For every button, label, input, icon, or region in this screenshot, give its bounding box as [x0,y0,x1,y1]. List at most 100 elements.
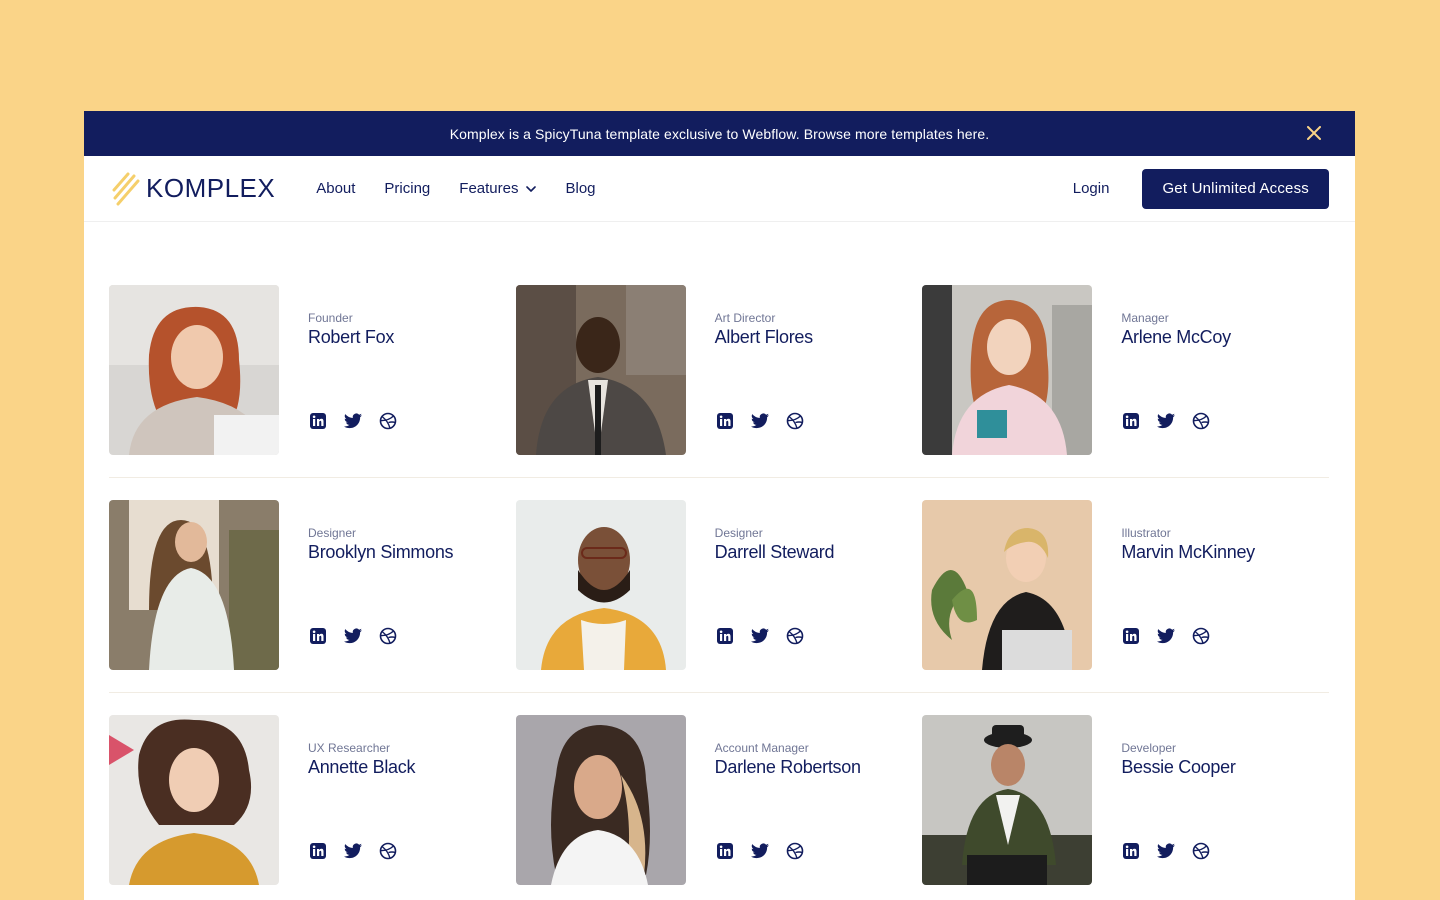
team-card: Illustrator Marvin McKinney [922,500,1329,670]
twitter-icon[interactable] [343,841,363,861]
twitter-icon[interactable] [343,411,363,431]
chevron-down-icon [526,185,537,192]
team-name: Darrell Steward [714,542,835,562]
dribbble-icon[interactable] [378,411,398,431]
team-name: Albert Flores [714,327,813,347]
team-card: UX Researcher Annette Black [109,715,516,885]
dribbble-icon[interactable] [378,841,398,861]
banner-text[interactable]: Komplex is a SpicyTuna template exclusiv… [450,126,990,142]
dribbble-icon[interactable] [1191,411,1211,431]
twitter-icon[interactable] [750,841,770,861]
team-grid: Founder Robert Fox Art Director Albert F… [109,285,1329,885]
get-unlimited-access-button[interactable]: Get Unlimited Access [1142,168,1329,209]
dribbble-icon[interactable] [378,626,398,646]
team-photo [109,285,279,455]
top-navigation: KOMPLEX About Pricing Features Blog Logi… [84,156,1355,222]
row-divider [109,477,1329,478]
team-role: Manager [1121,311,1169,325]
main-menu: About Pricing Features Blog [316,180,624,197]
linkedin-icon[interactable] [715,411,735,431]
dribbble-icon[interactable] [785,411,805,431]
team-role: UX Researcher [308,741,391,755]
nav-blog-label: Blog [565,180,596,197]
team-name: Brooklyn Simmons [308,542,454,562]
team-name: Marvin McKinney [1121,542,1255,562]
team-photo [109,715,279,885]
team-name: Arlene McCoy [1121,327,1231,347]
twitter-icon[interactable] [1156,626,1176,646]
team-card: Account Manager Darlene Robertson [515,715,923,885]
linkedin-icon[interactable] [1121,626,1141,646]
social-links [308,841,413,861]
team-info: Founder Robert Fox [308,285,516,455]
team-card: Art Director Albert Flores [515,285,923,455]
twitter-icon[interactable] [750,411,770,431]
close-icon[interactable] [1303,122,1325,144]
row-divider [109,692,1329,693]
login-link[interactable]: Login [1073,180,1110,197]
team-card: Founder Robert Fox [109,285,516,455]
brand-logo[interactable]: KOMPLEX [112,170,275,208]
team-info: Designer Darrell Steward [715,500,923,670]
team-role: Developer [1121,741,1177,755]
social-links [308,411,413,431]
nav-features-dropdown[interactable]: Features [459,180,537,197]
logo-mark-icon [112,172,140,205]
linkedin-icon[interactable] [1121,411,1141,431]
linkedin-icon[interactable] [308,626,328,646]
dribbble-icon[interactable] [785,626,805,646]
team-role: Illustrator [1121,526,1171,540]
team-photo [922,285,1093,455]
team-role: Art Director [714,311,776,325]
team-role: Account Manager [714,741,809,755]
team-info: Art Director Albert Flores [715,285,923,455]
nav-features-label: Features [459,180,519,197]
social-links [715,626,820,646]
team-row: UX Researcher Annette Black Account Mana… [109,715,1329,885]
team-name: Annette Black [308,757,416,777]
team-photo [922,500,1093,670]
social-links [1121,626,1226,646]
team-info: Designer Brooklyn Simmons [308,500,516,670]
team-name: Bessie Cooper [1121,757,1236,777]
announcement-banner: Komplex is a SpicyTuna template exclusiv… [84,111,1355,156]
twitter-icon[interactable] [750,626,770,646]
social-links [1121,841,1226,861]
team-role: Designer [714,526,763,540]
dribbble-icon[interactable] [1191,841,1211,861]
twitter-icon[interactable] [1156,411,1176,431]
team-card: Developer Bessie Cooper [922,715,1329,885]
team-photo [515,500,686,670]
twitter-icon[interactable] [343,626,363,646]
social-links [715,411,820,431]
page-frame: Komplex is a SpicyTuna template exclusiv… [84,111,1355,900]
team-card: Designer Darrell Steward [515,500,923,670]
team-photo [109,500,279,670]
nav-actions: Login Get Unlimited Access [1073,168,1329,209]
nav-about-label: About [316,180,356,197]
team-card: Designer Brooklyn Simmons [109,500,516,670]
team-info: Illustrator Marvin McKinney [1121,500,1329,670]
social-links [308,626,413,646]
team-role: Founder [308,311,353,325]
linkedin-icon[interactable] [308,411,328,431]
team-info: UX Researcher Annette Black [308,715,516,885]
nav-about-link[interactable]: About [316,180,355,197]
twitter-icon[interactable] [1156,841,1176,861]
team-info: Account Manager Darlene Robertson [715,715,923,885]
team-row: Designer Brooklyn Simmons Designer Darre… [109,500,1329,670]
team-card: Manager Arlene McCoy [922,285,1329,455]
dribbble-icon[interactable] [785,841,805,861]
nav-pricing-link[interactable]: Pricing [384,180,430,197]
social-links [1121,411,1226,431]
linkedin-icon[interactable] [308,841,328,861]
team-row: Founder Robert Fox Art Director Albert F… [109,285,1329,455]
linkedin-icon[interactable] [715,626,735,646]
team-role: Designer [308,526,357,540]
team-info: Manager Arlene McCoy [1121,285,1329,455]
dribbble-icon[interactable] [1191,626,1211,646]
social-links [715,841,820,861]
linkedin-icon[interactable] [715,841,735,861]
nav-blog-link[interactable]: Blog [565,180,595,197]
linkedin-icon[interactable] [1121,841,1141,861]
